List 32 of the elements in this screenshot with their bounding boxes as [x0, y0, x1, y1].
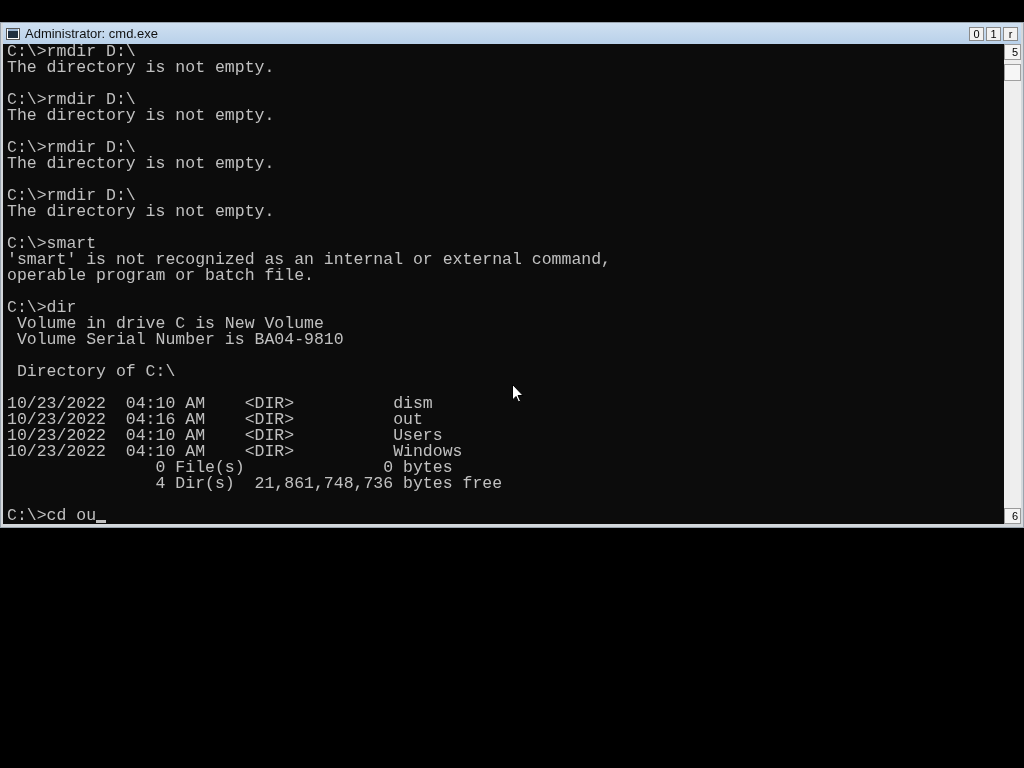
scroll-thumb[interactable]: [1004, 64, 1021, 81]
command-input[interactable]: C:\>cd ou: [7, 508, 97, 524]
console-line: Volume in drive C is New Volume: [15, 316, 324, 332]
console-line: C:\>rmdir D:\: [7, 44, 136, 60]
console-line: 10/23/2022 04:10 AM <DIR> Windows: [7, 444, 463, 460]
console-line: Volume Serial Number is BA04-9810: [15, 332, 344, 348]
window-title: Administrator: cmd.exe: [25, 24, 158, 43]
scroll-down-button[interactable]: 6: [1004, 508, 1021, 524]
mouse-pointer-icon: [512, 384, 524, 403]
console-line: Directory of C:\: [15, 364, 176, 380]
console-line: C:\>rmdir D:\: [7, 92, 136, 108]
console-line: The directory is not empty.: [7, 204, 275, 220]
console-line: operable program or batch file.: [7, 268, 314, 284]
scrollbar[interactable]: 5 6: [1004, 44, 1021, 524]
console-app-icon: [6, 27, 20, 40]
console-line: 4 Dir(s) 21,861,748,736 bytes free: [154, 476, 503, 492]
console-line: 0 File(s) 0 bytes: [154, 460, 453, 476]
console-line: C:\>smart: [7, 236, 97, 252]
caption-button[interactable]: 1: [986, 26, 1001, 41]
console-line: 10/23/2022 04:10 AM <DIR> Users: [7, 428, 443, 444]
console-line: C:\>rmdir D:\: [7, 140, 136, 156]
console-line: 'smart' is not recognized as an internal or external command,: [7, 252, 611, 268]
console-line: The directory is not empty.: [7, 108, 275, 124]
console-line: 10/23/2022 04:10 AM <DIR> dism: [7, 396, 433, 412]
console-line: 10/23/2022 04:16 AM <DIR> out: [7, 412, 423, 428]
console-line: The directory is not empty.: [7, 156, 275, 172]
console-line: C:\>rmdir D:\: [7, 188, 136, 204]
caption-button[interactable]: r: [1003, 26, 1018, 41]
caption-button[interactable]: 0: [969, 26, 984, 41]
console-line: The directory is not empty.: [7, 60, 275, 76]
scroll-up-button[interactable]: 5: [1004, 44, 1021, 60]
console-line: C:\>dir: [7, 300, 77, 316]
